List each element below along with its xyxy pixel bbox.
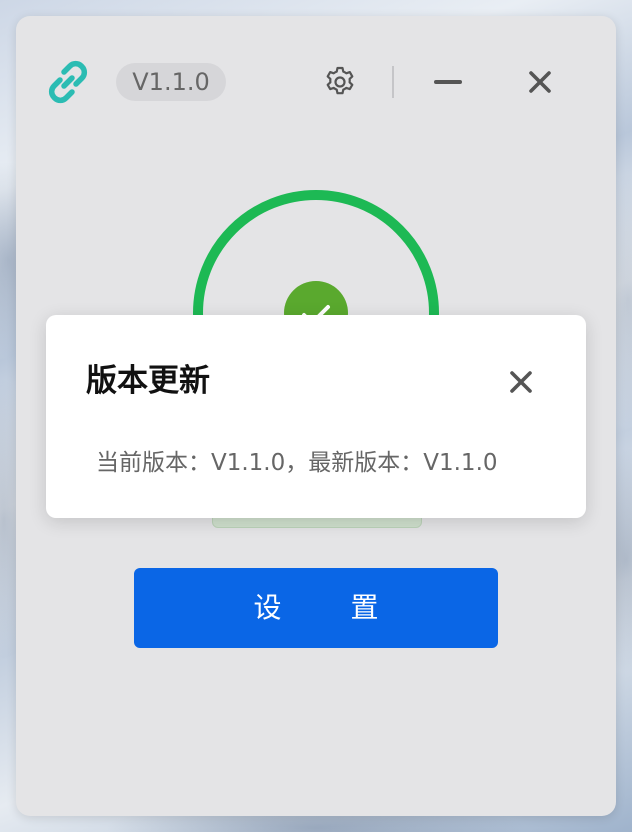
toolbar-divider [392,66,394,98]
gear-icon[interactable] [322,64,358,100]
dialog-title: 版本更新 [86,363,210,399]
settings-button[interactable]: 设 置 [134,568,498,648]
minimize-icon[interactable] [428,64,468,100]
dialog-close-icon[interactable] [504,365,538,399]
version-badge: V1.1.0 [116,63,226,101]
link-icon [48,60,88,104]
close-icon[interactable] [522,64,558,100]
version-update-dialog: 版本更新 当前版本：V1.1.0，最新版本：V1.1.0 [46,315,586,518]
dialog-message: 当前版本：V1.1.0，最新版本：V1.1.0 [96,450,498,476]
